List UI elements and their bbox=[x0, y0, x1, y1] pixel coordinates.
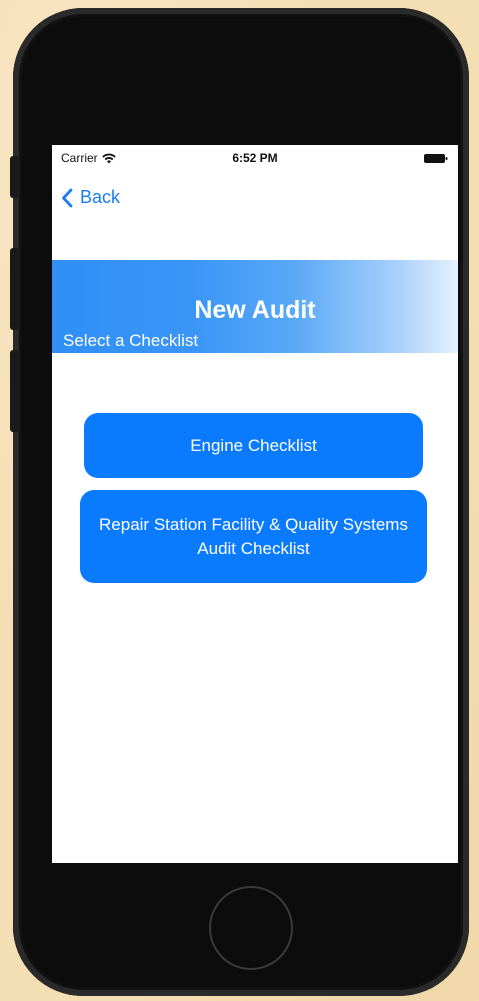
status-bar: Carrier 6:52 PM bbox=[52, 145, 458, 171]
status-time: 6:52 PM bbox=[232, 151, 278, 165]
device-frame: Carrier 6:52 PM Back New Audit Select a … bbox=[10, 8, 469, 996]
app-screen: Carrier 6:52 PM Back New Audit Select a … bbox=[52, 145, 458, 863]
mute-switch bbox=[10, 156, 20, 198]
repair-station-checklist-label: Repair Station Facility & Quality System… bbox=[99, 514, 408, 558]
chevron-left-icon bbox=[62, 188, 73, 207]
repair-station-checklist-button[interactable]: Repair Station Facility & Quality System… bbox=[80, 490, 427, 583]
navigation-bar: Back bbox=[52, 175, 458, 221]
back-button[interactable]: Back bbox=[61, 187, 120, 208]
battery-icon bbox=[424, 154, 448, 163]
engine-checklist-label: Engine Checklist bbox=[190, 435, 317, 455]
volume-down-button bbox=[10, 350, 20, 432]
page-title: New Audit bbox=[194, 296, 316, 324]
back-label: Back bbox=[80, 187, 121, 207]
engine-checklist-button[interactable]: Engine Checklist bbox=[84, 413, 423, 478]
header-banner: New Audit Select a Checklist bbox=[52, 260, 458, 353]
page-subtitle: Select a Checklist bbox=[63, 331, 199, 350]
home-button[interactable] bbox=[209, 886, 293, 970]
volume-up-button bbox=[10, 248, 20, 330]
